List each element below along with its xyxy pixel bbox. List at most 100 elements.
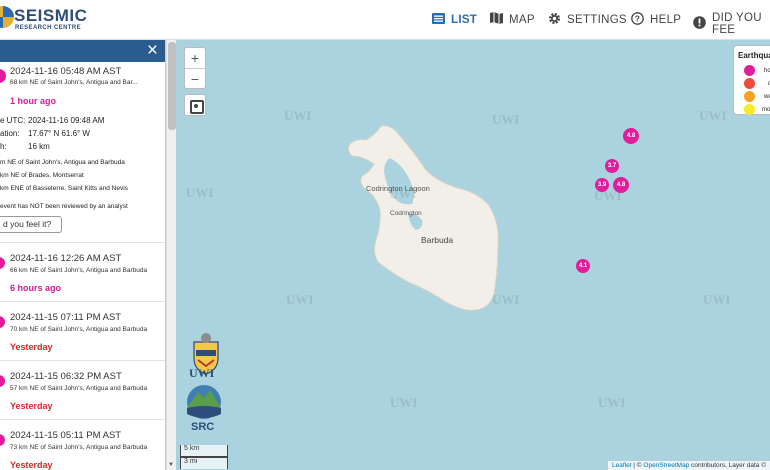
uwi-logo-text: UWI: [189, 366, 215, 380]
app-header: SEISMIC RESEARCH CENTRE LIST MAP SETTING…: [0, 0, 770, 40]
help-icon: ?: [631, 12, 644, 28]
selected-event[interactable]: 2024-11-16 05:48 AM AST 68 km NE of Sain…: [0, 62, 165, 243]
event-relative-time: Yesterday: [10, 401, 53, 411]
uwi-watermark: UWI: [286, 292, 314, 307]
zoom-control: + −: [184, 47, 206, 89]
nav-list[interactable]: LIST: [432, 12, 477, 27]
zoom-in-button[interactable]: +: [185, 48, 205, 68]
map-legend: Earthquak ho d we mon: [733, 45, 770, 115]
zoom-out-button[interactable]: −: [185, 68, 205, 88]
quake-marker[interactable]: 4.8: [623, 128, 639, 144]
legend-label-week: we: [764, 94, 770, 100]
event-time: 2024-11-16 05:48 AM AST: [10, 66, 122, 77]
event-time: 2024-11-15 05:11 PM AST: [10, 430, 122, 441]
nearby-place-3: km ENE of Basseterre, Saint Kitts and Ne…: [0, 185, 128, 192]
magnitude-dot: [0, 69, 6, 83]
event-time: 2024-11-15 06:32 PM AST: [10, 371, 122, 382]
nav-map-label: MAP: [509, 13, 535, 26]
uwi-watermark: UWI: [492, 112, 520, 127]
uwi-watermark: UWI: [699, 108, 727, 123]
close-icon[interactable]: ×: [147, 41, 158, 61]
did-you-feel-it-button[interactable]: d you feel it?: [0, 216, 62, 233]
uwi-watermark: UWI: [703, 292, 731, 307]
legend-title: Earthquak: [738, 51, 770, 60]
quake-marker[interactable]: 3.7: [605, 159, 619, 173]
nav-help-label: HELP: [650, 14, 682, 26]
event-relative-time: 1 hour ago: [10, 96, 57, 106]
panel-header: ×: [0, 40, 165, 62]
uwi-watermark: UWI: [598, 395, 626, 410]
event-location: 73 km NE of Saint John's, Antigua and Ba…: [10, 444, 148, 451]
svg-text:?: ?: [635, 14, 641, 24]
event-location: 68 km NE of Saint John's, Antigua and Ba…: [10, 79, 138, 86]
depth-label: h:: [0, 142, 7, 151]
scale-km: 5 km: [180, 445, 228, 457]
utc-label: e UTC:: [0, 116, 26, 125]
nearby-place-1: m NE of Saint John's, Antigua and Barbud…: [0, 159, 125, 166]
magnitude-dot: [0, 375, 5, 387]
quake-marker[interactable]: 3.9: [595, 178, 609, 192]
osm-link[interactable]: OpenStreetMap: [643, 462, 689, 469]
legend-dot-month: [744, 104, 755, 115]
nearby-place-2: km NE of Brades, Montserrat: [0, 172, 84, 179]
legend-dot-day: [744, 78, 755, 89]
gear-icon: [548, 12, 561, 28]
nav-map[interactable]: MAP: [490, 12, 535, 27]
label-codrington-lagoon: Codrington Lagoon: [366, 184, 430, 193]
event-list-item[interactable]: 2024-11-15 07:11 PM AST 70 km NE of Sain…: [0, 302, 165, 361]
alert-icon: [693, 16, 706, 32]
event-list-panel: × 2024-11-16 05:48 AM AST 68 km NE of Sa…: [0, 40, 166, 470]
magnitude-dot: [0, 434, 5, 446]
map-attribution: Leaflet | © OpenStreetMap contributors, …: [607, 461, 770, 470]
location-label: ation:: [0, 129, 20, 138]
event-list-item[interactable]: 2024-11-15 05:11 PM AST 73 km NE of Sain…: [0, 420, 165, 470]
logo-subtitle: RESEARCH CENTRE: [15, 25, 82, 31]
nav-help[interactable]: ? HELP: [631, 12, 681, 28]
uwi-watermark: UWI: [186, 185, 214, 200]
label-barbuda: Barbuda: [421, 235, 454, 245]
scrollbar-thumb[interactable]: [168, 42, 176, 130]
uwi-watermark: UWI: [390, 395, 418, 410]
panel-scrollbar[interactable]: ▼: [166, 40, 176, 470]
event-list-item[interactable]: 2024-11-15 06:32 PM AST 57 km NE of Sain…: [0, 361, 165, 420]
nav-settings-label: SETTINGS: [567, 14, 627, 26]
map-icon: [490, 12, 503, 27]
location-value: 17.67° N 61.6° W: [28, 129, 90, 138]
event-relative-time: Yesterday: [10, 460, 53, 470]
magnitude-dot: [0, 257, 5, 269]
review-status: event has NOT been reviewed by an analys…: [0, 203, 128, 210]
nav-did-you-feel[interactable]: DID YOU FEE: [693, 12, 770, 36]
legend-dot-week: [744, 91, 755, 102]
utc-value: 2024-11-16 09:48 AM: [28, 116, 105, 125]
legend-label-hour: ho: [764, 68, 770, 74]
logo-icon[interactable]: [0, 6, 14, 28]
depth-value: 16 km: [28, 142, 50, 151]
event-relative-time: Yesterday: [10, 342, 53, 352]
scroll-down-arrow-icon[interactable]: ▼: [168, 462, 174, 468]
event-list-item[interactable]: 2024-11-16 12:26 AM AST 66 km NE of Sain…: [0, 243, 165, 302]
event-time: 2024-11-16 12:26 AM AST: [10, 253, 122, 264]
nav-list-label: LIST: [451, 13, 478, 26]
event-relative-time: 6 hours ago: [10, 283, 62, 293]
event-location: 70 km NE of Saint John's, Antigua and Ba…: [10, 326, 148, 333]
fullscreen-icon[interactable]: [184, 94, 206, 116]
scale-mi: 3 mi: [180, 457, 228, 469]
quake-marker[interactable]: 4.1: [576, 259, 590, 273]
magnitude-dot: [0, 316, 5, 328]
legend-dot-hour: [744, 65, 755, 76]
list-icon: [432, 12, 445, 27]
leaflet-link[interactable]: Leaflet: [612, 462, 632, 469]
event-time: 2024-11-15 07:11 PM AST: [10, 312, 122, 323]
barbuda-island: [347, 125, 499, 311]
src-logo-text: SRC: [191, 421, 215, 433]
quake-marker[interactable]: 4.8: [613, 177, 629, 193]
event-location: 66 km NE of Saint John's, Antigua and Ba…: [10, 267, 148, 274]
uwi-watermark: UWI: [492, 292, 520, 307]
event-location: 57 km NE of Saint John's, Antigua and Ba…: [10, 385, 148, 392]
nav-did-you-feel-label: DID YOU FEE: [712, 12, 762, 36]
label-codrington: Codrington: [390, 210, 422, 217]
logo-title[interactable]: SEISMIC: [14, 6, 87, 26]
map-view[interactable]: UWI UWI UWI UWI UWI UWI UWI UWI UWI UWI …: [176, 40, 770, 470]
nav-settings[interactable]: SETTINGS: [548, 12, 627, 28]
uwi-watermark: UWI: [284, 108, 312, 123]
